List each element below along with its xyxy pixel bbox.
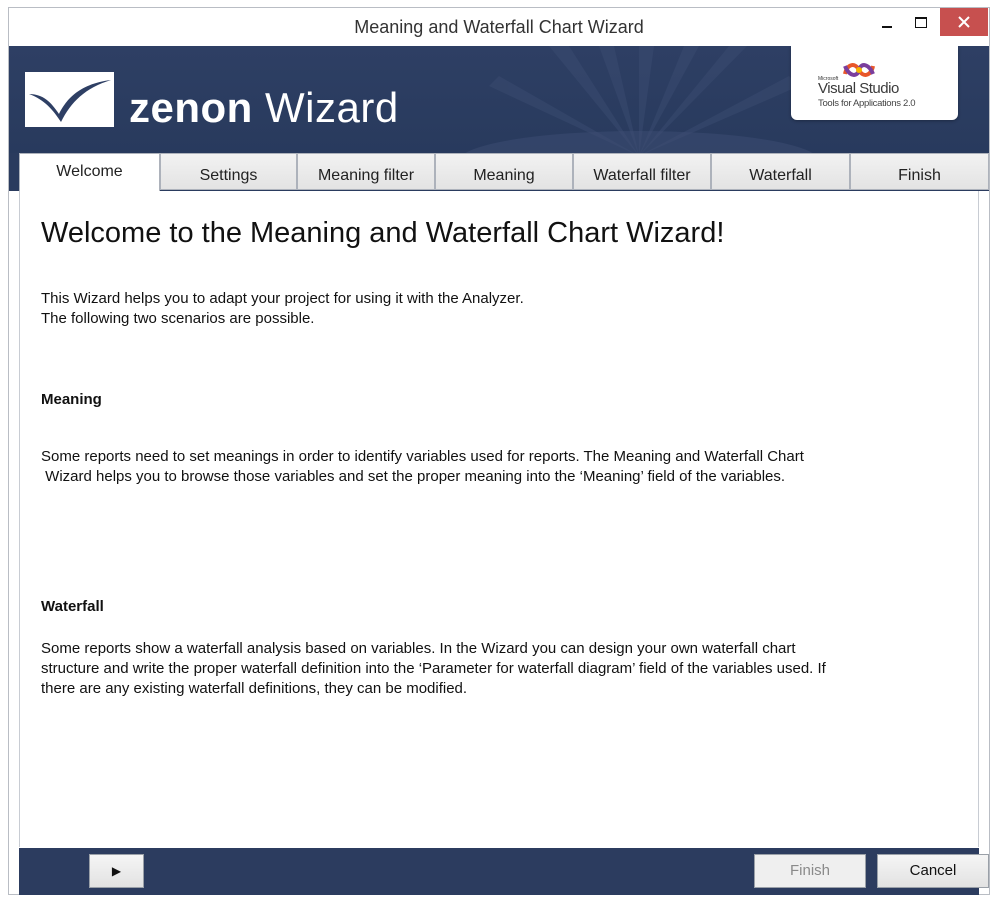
page-title: Welcome to the Meaning and Waterfall Cha… (41, 217, 725, 249)
tab-waterfall-filter[interactable]: Waterfall filter (573, 153, 711, 190)
banner-decoration (461, 46, 817, 156)
meaning-line-1: Some reports need to set meanings in ord… (41, 448, 804, 465)
tab-meaning-filter[interactable]: Meaning filter (297, 153, 435, 190)
waterfall-line-2: structure and write the proper waterfall… (41, 660, 826, 677)
vs-tools-label: Tools for Applications 2.0 (818, 98, 916, 109)
visual-studio-logo-icon (843, 63, 875, 77)
title-bar: Meaning and Waterfall Chart Wizard (9, 8, 989, 46)
close-button[interactable] (940, 8, 988, 36)
waterfall-line-1: Some reports show a waterfall analysis b… (41, 640, 796, 657)
window-title: Meaning and Waterfall Chart Wizard (354, 17, 644, 37)
wizard-footer: ▶ Finish Cancel (19, 848, 989, 895)
vs-name-label: Visual Studio (818, 80, 899, 97)
header-banner: zenon Wizard Microsoft Visual Studio Too… (9, 46, 989, 156)
tab-welcome[interactable]: Welcome (19, 153, 160, 192)
intro-line-1: This Wizard helps you to adapt your proj… (41, 290, 524, 307)
intro-line-2: The following two scenarios are possible… (41, 310, 315, 327)
minimize-button[interactable] (871, 8, 903, 36)
meaning-line-2: Wizard helps you to browse those variabl… (41, 468, 786, 485)
tab-finish[interactable]: Finish (850, 153, 989, 190)
waterfall-heading: Waterfall (41, 598, 104, 615)
close-icon (958, 16, 970, 28)
zenon-swoosh-icon (29, 80, 111, 122)
vsta-logo-panel: Microsoft Visual Studio Tools for Applic… (791, 46, 958, 120)
wizard-tabs: Welcome Settings Meaning filter Meaning … (9, 153, 989, 192)
brand-title: zenon Wizard (129, 84, 399, 132)
play-icon: ▶ (111, 864, 122, 878)
tab-waterfall[interactable]: Waterfall (711, 153, 850, 190)
minimize-icon (882, 26, 892, 28)
brand-light: Wizard (265, 84, 399, 131)
tab-meaning[interactable]: Meaning (435, 153, 573, 190)
maximize-button[interactable] (905, 8, 937, 36)
waterfall-line-3: there are any existing waterfall definit… (41, 680, 468, 697)
tab-settings[interactable]: Settings (160, 153, 297, 190)
maximize-icon (915, 16, 927, 28)
brand-bold: zenon (129, 84, 253, 131)
finish-button[interactable]: Finish (754, 854, 866, 888)
next-button[interactable]: ▶ (89, 854, 144, 888)
wizard-window: Meaning and Waterfall Chart Wizard zenon… (8, 7, 990, 895)
meaning-heading: Meaning (41, 391, 102, 408)
zenon-logo (25, 72, 114, 127)
cancel-button[interactable]: Cancel (877, 854, 989, 888)
welcome-panel: Welcome to the Meaning and Waterfall Cha… (19, 191, 979, 847)
